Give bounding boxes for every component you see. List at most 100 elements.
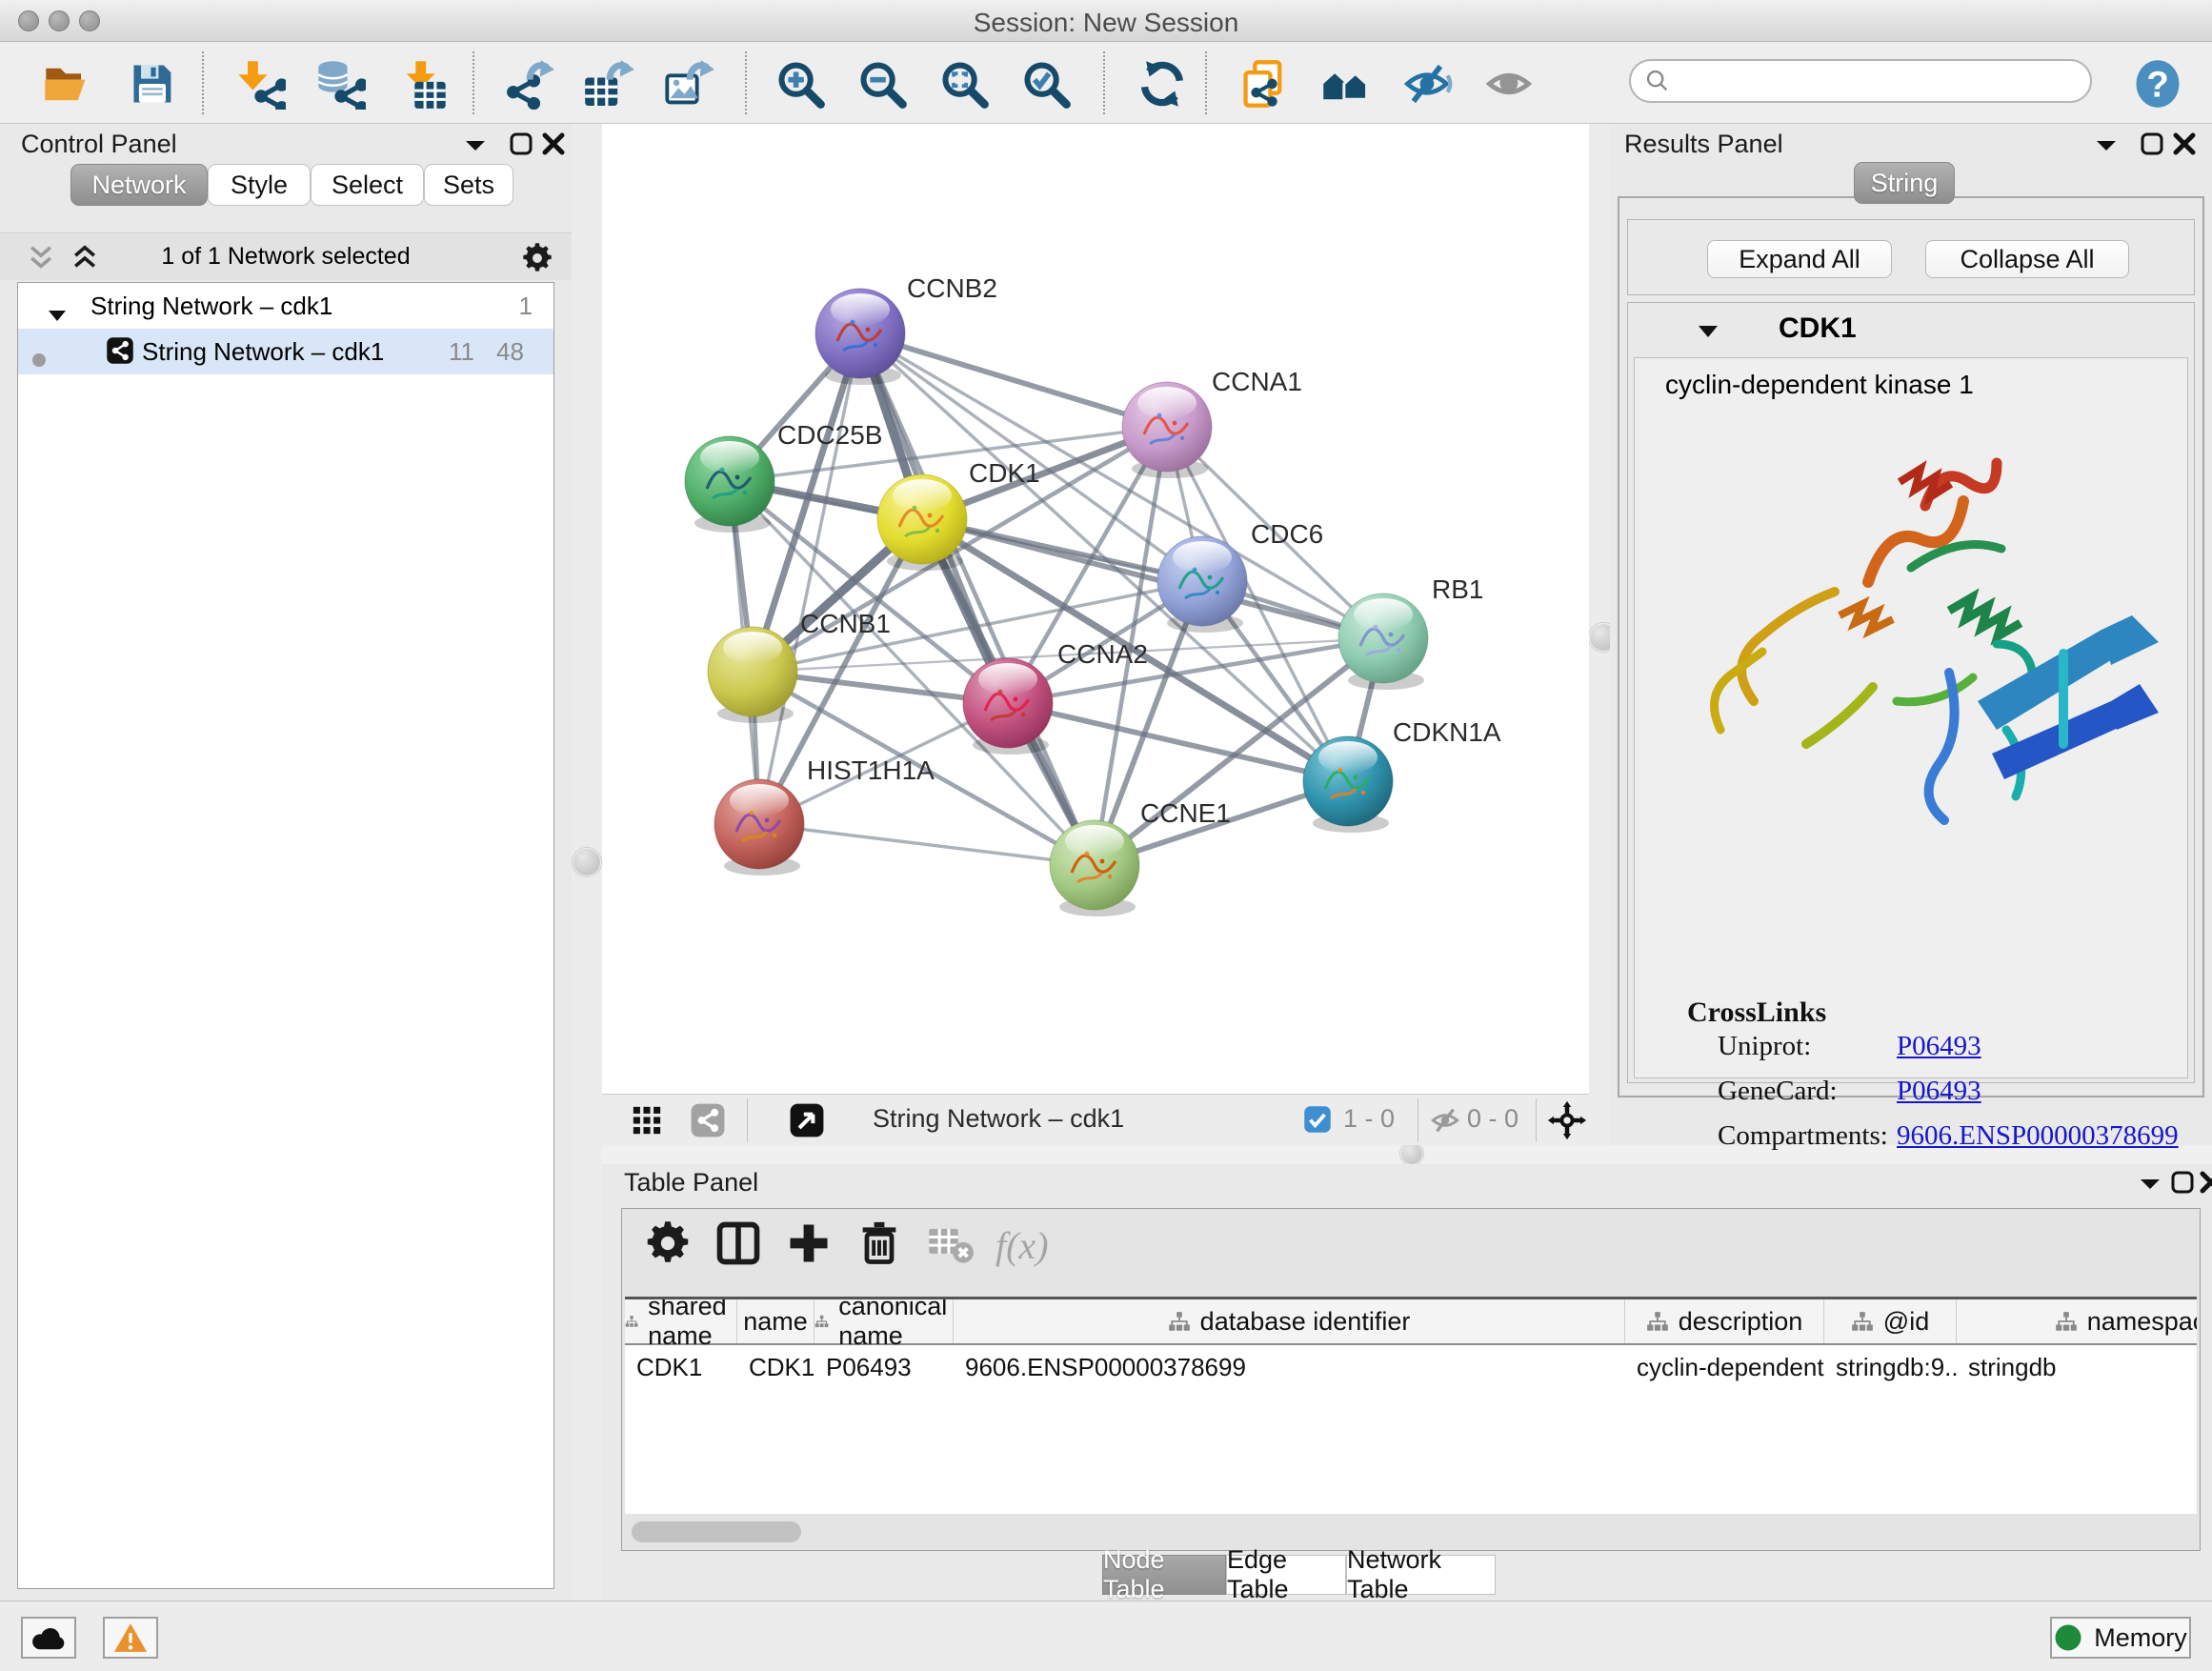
table-cell[interactable]: stringdb [1957,1345,2197,1389]
zoom-in-icon[interactable] [774,57,829,111]
cloud-button[interactable] [21,1617,76,1659]
show-columns-icon[interactable] [714,1218,763,1273]
edge-CCNB2-CCNA1[interactable] [860,333,1167,427]
column-header-database-identifier[interactable]: database identifier [954,1299,1625,1343]
open-session-icon[interactable] [40,57,95,111]
collection-count: 1 [519,292,533,321]
control-tab-select[interactable]: Select [311,164,424,206]
results-panel-menu-icon[interactable] [2094,137,2119,159]
tab-edge-table[interactable]: Edge Table [1226,1555,1346,1595]
birdseye-view-icon[interactable] [789,1102,825,1145]
network-badge-icon[interactable] [690,1102,726,1145]
table-cell[interactable]: CDK1 [625,1345,737,1389]
zoom-fit-content-icon[interactable] [937,57,993,111]
export-image-icon[interactable] [661,57,716,111]
export-table-icon[interactable] [581,57,636,111]
node-RB1[interactable] [1338,594,1428,690]
column-header--id[interactable]: @id [1824,1299,1957,1343]
zoom-out-icon[interactable] [855,57,911,111]
left-splitter-handle[interactable] [573,848,601,876]
import-table-file-icon[interactable] [396,57,452,111]
node-CCNB1[interactable] [708,627,797,723]
fit-crosshair-icon[interactable] [1547,1100,1587,1147]
node-CDKN1A[interactable] [1303,736,1393,833]
results-tab-string[interactable]: String [1854,162,1955,204]
table-panel-menu-icon[interactable] [2138,1176,2162,1198]
help-icon[interactable]: ? [2130,57,2185,111]
network-options-gear-icon[interactable] [520,241,554,280]
network-collection-row[interactable]: String Network – cdk1 1 [18,283,553,329]
table-cell[interactable]: P06493 [814,1345,954,1389]
search-input[interactable] [1671,67,2052,96]
delete-table-icon[interactable] [925,1218,975,1273]
network-row[interactable]: String Network – cdk1 11 48 [18,329,553,374]
collapse-all-button[interactable]: Collapse All [1925,240,2129,278]
save-session-icon[interactable] [126,57,181,111]
function-builder-icon[interactable]: f(x) [995,1223,1049,1268]
zoom-selected-region-icon[interactable] [1019,57,1075,111]
node-CCNA1[interactable] [1122,382,1212,478]
memory-status-dot [2054,1623,2082,1652]
crosslink-link[interactable]: 9606.ENSP00000378699 [1897,1120,2179,1152]
tab-network-table[interactable]: Network Table [1346,1555,1496,1595]
edge-CCNB2-HIST1H1A[interactable] [759,333,860,824]
horizontal-splitter-handle[interactable] [1400,1142,1423,1165]
control-panel-float-icon[interactable] [509,131,533,161]
show-all-icon[interactable] [1482,57,1538,111]
gene-section-header[interactable]: CDK1 [1628,303,2194,357]
refresh-view-icon[interactable] [1136,57,1191,111]
control-tab-network[interactable]: Network [70,164,208,206]
export-network-icon[interactable] [501,57,556,111]
table-cell[interactable]: CDK1 [737,1345,814,1389]
crosslink-link[interactable]: P06493 [1897,1076,1981,1107]
table-cell[interactable]: 9606.ENSP00000378699 [954,1345,1625,1389]
control-tab-style[interactable]: Style [208,164,311,206]
collection-collapse-icon[interactable] [47,300,68,330]
table-settings-gear-icon[interactable] [643,1218,693,1273]
table-horizontal-scrollbar[interactable] [632,1521,801,1542]
crosslink-link[interactable]: P06493 [1897,1031,1981,1062]
memory-button[interactable]: Memory [2050,1617,2191,1659]
clone-network-icon[interactable] [1237,57,1292,111]
column-header-shared-name[interactable]: shared name [625,1299,737,1343]
network-view-canvas[interactable]: CCNB2CCNA1CDC25BCDK1CDC6RB1CCNB1CCNA2CDK… [602,124,1589,1094]
warning-button[interactable] [103,1617,158,1659]
column-header-namespace[interactable]: namespace [1957,1299,2197,1343]
hidden-eye-icon[interactable] [1429,1104,1461,1143]
node-HIST1H1A[interactable] [714,779,804,876]
hide-selected-icon[interactable] [1400,57,1456,111]
table-cell[interactable]: cyclin-dependent ... [1625,1345,1824,1389]
import-network-file-icon[interactable] [232,57,288,111]
grid-view-icon[interactable] [631,1104,663,1143]
import-network-database-icon[interactable] [312,57,368,111]
edge-HIST1H1A-CCNE1[interactable] [759,824,1095,865]
search-field[interactable] [1629,59,2092,103]
expand-all-button[interactable]: Expand All [1707,240,1892,278]
node-CDK1[interactable] [877,474,967,571]
gene-collapse-icon[interactable] [1697,324,1719,344]
results-panel-float-icon[interactable] [2140,131,2164,161]
control-panel-menu-icon[interactable] [463,137,488,159]
column-header-name[interactable]: name [737,1299,814,1343]
left-splitter[interactable] [572,124,602,1601]
control-tab-sets[interactable]: Sets [424,164,513,206]
edge-CCNB2-CCNE1[interactable] [860,333,1095,865]
table-panel-float-icon[interactable] [2170,1170,2195,1199]
first-neighbors-icon[interactable] [1318,57,1374,111]
node-CDC25B[interactable] [685,436,774,533]
table-cell[interactable]: stringdb:9... [1824,1345,1957,1389]
table-panel-close-icon[interactable] [2199,1170,2212,1199]
node-CCNE1[interactable] [1050,820,1139,916]
delete-column-trash-icon[interactable] [855,1218,904,1273]
control-panel-close-icon[interactable] [541,131,566,161]
column-header-canonical-name[interactable]: canonical name [814,1299,954,1343]
create-column-icon[interactable] [784,1218,834,1273]
results-panel-close-icon[interactable] [2172,131,2197,161]
column-type-icon [625,1311,638,1332]
table-row[interactable]: CDK1CDK1P064939606.ENSP00000378699cyclin… [625,1345,2197,1389]
column-header-description[interactable]: description [1625,1299,1824,1343]
selected-checkbox-icon[interactable] [1303,1105,1332,1140]
node-label-CCNA1: CCNA1 [1212,367,1302,396]
tab-node-table[interactable]: Node Table [1102,1555,1226,1595]
search-icon [1644,68,1671,94]
